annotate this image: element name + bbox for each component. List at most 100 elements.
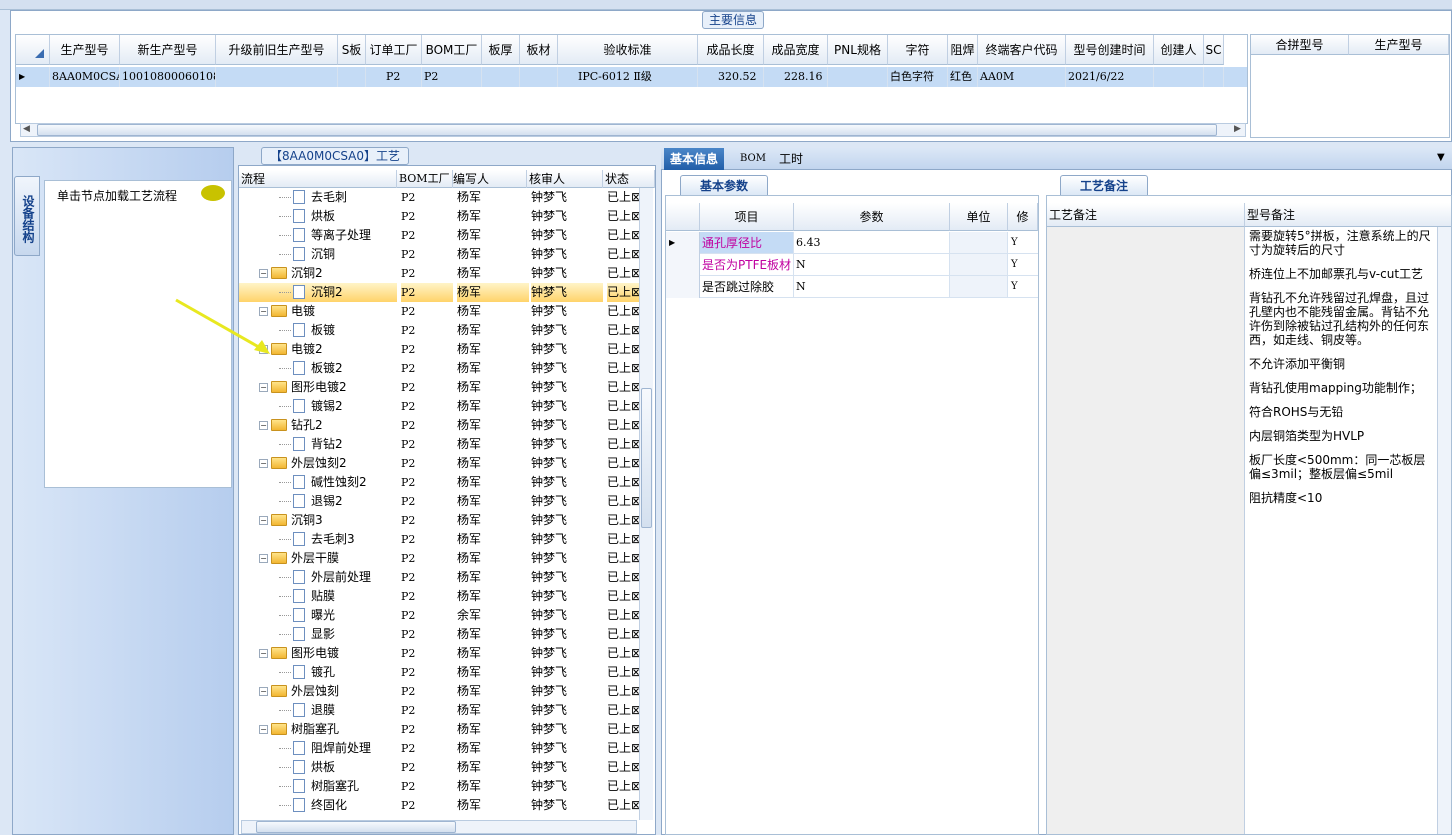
table-row[interactable]: 是否跳过除胶 N Y <box>666 276 1038 298</box>
flow-tree-body[interactable]: 去毛刺 P2 杨军 钟梦飞 已上⊠ 烘板 P2 杨军 钟梦飞 已上⊠ 等离子处理 P2 杨军 钟梦飞 已上⊠… <box>239 188 639 818</box>
column-header[interactable]: 订单工厂 <box>366 35 422 65</box>
tree-step-node[interactable]: 外层前处理 P2 杨军 钟梦飞 已上⊠ <box>239 568 639 587</box>
model-notes-cell[interactable]: 需要旋转5°拼板，注意系统上的尺寸为旋转后的尺寸 桥连位上不加邮票孔与v-cut工… <box>1247 227 1437 834</box>
tree-node-cell[interactable]: 退锡2 <box>239 492 397 511</box>
scroll-thumb[interactable] <box>37 124 1217 136</box>
column-header[interactable]: 生产型号 <box>50 35 120 65</box>
table-row[interactable]: 是否为PTFE板材 N Y <box>666 254 1038 276</box>
tree-group-node[interactable]: − 图形电镀2 P2 杨军 钟梦飞 已上⊠ <box>239 378 639 397</box>
merge-col-header[interactable]: 合拼型号 <box>1251 35 1349 55</box>
collapse-icon[interactable]: − <box>259 421 268 430</box>
column-header[interactable]: SC <box>1204 35 1224 65</box>
tree-step-node[interactable]: 显影 P2 杨军 钟梦飞 已上⊠ <box>239 625 639 644</box>
column-header[interactable]: BOM工厂 <box>422 35 482 65</box>
column-header[interactable]: 验收标准 <box>558 35 698 65</box>
tree-group-node[interactable]: − 图形电镀 P2 杨军 钟梦飞 已上⊠ <box>239 644 639 663</box>
tree-node-cell[interactable]: 镀锡2 <box>239 397 397 416</box>
scroll-thumb[interactable] <box>641 388 652 528</box>
tree-step-node[interactable]: 贴膜 P2 杨军 钟梦飞 已上⊠ <box>239 587 639 606</box>
params-grid[interactable]: 项目 参数 单位 修 ▶ 通孔厚径比 6.43 Y 是否为PTFE板材 N Y 是否跳过除胶 N… <box>665 195 1039 835</box>
param-value-cell[interactable]: 6.43 <box>794 232 950 253</box>
tree-node-cell[interactable]: 显影 <box>239 625 397 644</box>
params-col-header[interactable]: 单位 <box>950 203 1008 231</box>
tree-step-node[interactable]: 阻焊前处理 P2 杨军 钟梦飞 已上⊠ <box>239 739 639 758</box>
notes-col-header[interactable]: 型号备注 <box>1245 203 1451 227</box>
tree-node-cell[interactable]: − 外层蚀刻2 <box>239 454 397 473</box>
tree-node-cell[interactable]: 碱性蚀刻2 <box>239 473 397 492</box>
params-rows[interactable]: ▶ 通孔厚径比 6.43 Y 是否为PTFE板材 N Y 是否跳过除胶 N Y <box>666 232 1038 332</box>
tree-step-node[interactable]: 烘板 P2 杨军 钟梦飞 已上⊠ <box>239 758 639 777</box>
tree-group-node[interactable]: − 电镀 P2 杨军 钟梦飞 已上⊠ <box>239 302 639 321</box>
tree-node-cell[interactable]: 退膜 <box>239 701 397 720</box>
tree-step-node[interactable]: 烘板 P2 杨军 钟梦飞 已上⊠ <box>239 207 639 226</box>
collapse-icon[interactable]: − <box>259 649 268 658</box>
column-header[interactable]: 创建人 <box>1154 35 1204 65</box>
tree-node-cell[interactable]: − 图形电镀2 <box>239 378 397 397</box>
table-row[interactable]: ▶ 通孔厚径比 6.43 Y <box>666 232 1038 254</box>
tree-node-cell[interactable]: 背钻2 <box>239 435 397 454</box>
tab-bom[interactable]: BOM <box>734 148 772 170</box>
params-col-header[interactable]: 参数 <box>794 203 950 231</box>
tree-step-node[interactable]: 板镀 P2 杨军 钟梦飞 已上⊠ <box>239 321 639 340</box>
tree-step-node[interactable]: 树脂塞孔 P2 杨军 钟梦飞 已上⊠ <box>239 777 639 796</box>
tree-group-node[interactable]: − 沉铜3 P2 杨军 钟梦飞 已上⊠ <box>239 511 639 530</box>
tree-node-cell[interactable]: − 外层蚀刻 <box>239 682 397 701</box>
notes-col-header[interactable]: 工艺备注 <box>1047 203 1245 227</box>
tree-column-header[interactable]: 流程 <box>239 170 397 188</box>
scroll-thumb[interactable] <box>256 821 456 833</box>
column-header[interactable]: PNL规格 <box>828 35 888 65</box>
tree-node-cell[interactable]: 贴膜 <box>239 587 397 606</box>
column-header[interactable]: 升级前旧生产型号 <box>216 35 338 65</box>
tree-step-node[interactable]: 终固化 P2 杨军 钟梦飞 已上⊠ <box>239 796 639 815</box>
param-value-cell[interactable]: N <box>794 254 950 275</box>
tree-node-cell[interactable]: 阻焊前处理 <box>239 739 397 758</box>
tree-step-node[interactable]: 沉铜 P2 杨军 钟梦飞 已上⊠ <box>239 245 639 264</box>
tab-basic-info[interactable]: 基本信息 <box>664 148 725 170</box>
column-header[interactable]: 成品长度 <box>698 35 764 65</box>
tree-step-node[interactable]: 碱性蚀刻2 P2 杨军 钟梦飞 已上⊠ <box>239 473 639 492</box>
collapse-icon[interactable]: − <box>259 383 268 392</box>
tree-node-cell[interactable]: − 树脂塞孔 <box>239 720 397 739</box>
tree-node-cell[interactable]: 曝光 <box>239 606 397 625</box>
tree-step-node[interactable]: 退膜 P2 杨军 钟梦飞 已上⊠ <box>239 701 639 720</box>
params-col-header[interactable]: 项目 <box>700 203 794 231</box>
tree-node-cell[interactable]: − 钻孔2 <box>239 416 397 435</box>
tree-group-node[interactable]: − 树脂塞孔 P2 杨军 钟梦飞 已上⊠ <box>239 720 639 739</box>
tree-step-node[interactable]: 去毛刺3 P2 杨军 钟梦飞 已上⊠ <box>239 530 639 549</box>
tab-device-structure[interactable]: 设备结构 <box>14 176 40 256</box>
collapse-icon[interactable]: − <box>259 725 268 734</box>
tab-basic-params[interactable]: 基本参数 <box>680 175 768 195</box>
tree-step-node[interactable]: 退锡2 P2 杨军 钟梦飞 已上⊠ <box>239 492 639 511</box>
tree-node-cell[interactable]: 树脂塞孔 <box>239 777 397 796</box>
scroll-left-icon[interactable]: ◀ <box>23 124 30 134</box>
tree-group-node[interactable]: − 外层蚀刻2 P2 杨军 钟梦飞 已上⊠ <box>239 454 639 473</box>
tree-group-node[interactable]: −电镀2P2杨军钟梦飞已上⊠ <box>239 340 639 359</box>
tree-node-cell[interactable]: 去毛刺3 <box>239 530 397 549</box>
scroll-right-icon[interactable]: ▶ <box>1234 124 1241 134</box>
collapse-icon[interactable]: − <box>259 687 268 696</box>
column-header[interactable]: 字符 <box>888 35 948 65</box>
tree-step-node[interactable]: 等离子处理 P2 杨军 钟梦飞 已上⊠ <box>239 226 639 245</box>
tab-hours[interactable]: 工时 <box>773 148 809 170</box>
tree-node-cell[interactable]: − 沉铜2 <box>239 264 397 283</box>
column-header[interactable]: 板厚 <box>482 35 520 65</box>
collapse-icon[interactable]: − <box>259 516 268 525</box>
collapse-icon[interactable]: − <box>259 269 268 278</box>
table-row[interactable]: ▶8AA0M0CSA010010800060108 P2P2 IPC-6012 Ⅱ级… <box>16 67 1247 87</box>
tree-step-node[interactable]: 曝光 P2 余军 钟梦飞 已上⊠ <box>239 606 639 625</box>
param-unit-cell[interactable] <box>950 276 1008 297</box>
tab-process-notes[interactable]: 工艺备注 <box>1060 175 1148 195</box>
tree-step-node[interactable]: 沉铜2 P2 杨军 钟梦飞 已上⊠ <box>239 283 639 302</box>
tree-node-cell[interactable]: 外层前处理 <box>239 568 397 587</box>
tree-group-node[interactable]: − 外层干膜 P2 杨军 钟梦飞 已上⊠ <box>239 549 639 568</box>
notes-vscrollbar[interactable] <box>1437 227 1451 834</box>
column-header[interactable]: 型号创建时间 <box>1066 35 1154 65</box>
params-col-header[interactable]: 修 <box>1008 203 1038 231</box>
tree-vscrollbar[interactable] <box>639 188 653 820</box>
column-header[interactable]: 阻焊 <box>948 35 978 65</box>
tree-node-cell[interactable]: − 外层干膜 <box>239 549 397 568</box>
main-info-grid[interactable]: 生产型号 新生产型号 升级前旧生产型号 S板 订单工厂 BOM工厂 板厚 板材 验收标准 成品长度… <box>15 34 1248 124</box>
tree-node-cell[interactable]: 沉铜 <box>239 245 397 264</box>
flow-tree[interactable]: 流程 BOM工厂 编写人 核审人 状态 去毛刺 P2 杨军 钟梦飞 已上⊠ 烘板 P2 杨军 钟梦飞 已上… <box>238 165 656 835</box>
tree-step-node[interactable]: 板镀2 P2 杨军 钟梦飞 已上⊠ <box>239 359 639 378</box>
